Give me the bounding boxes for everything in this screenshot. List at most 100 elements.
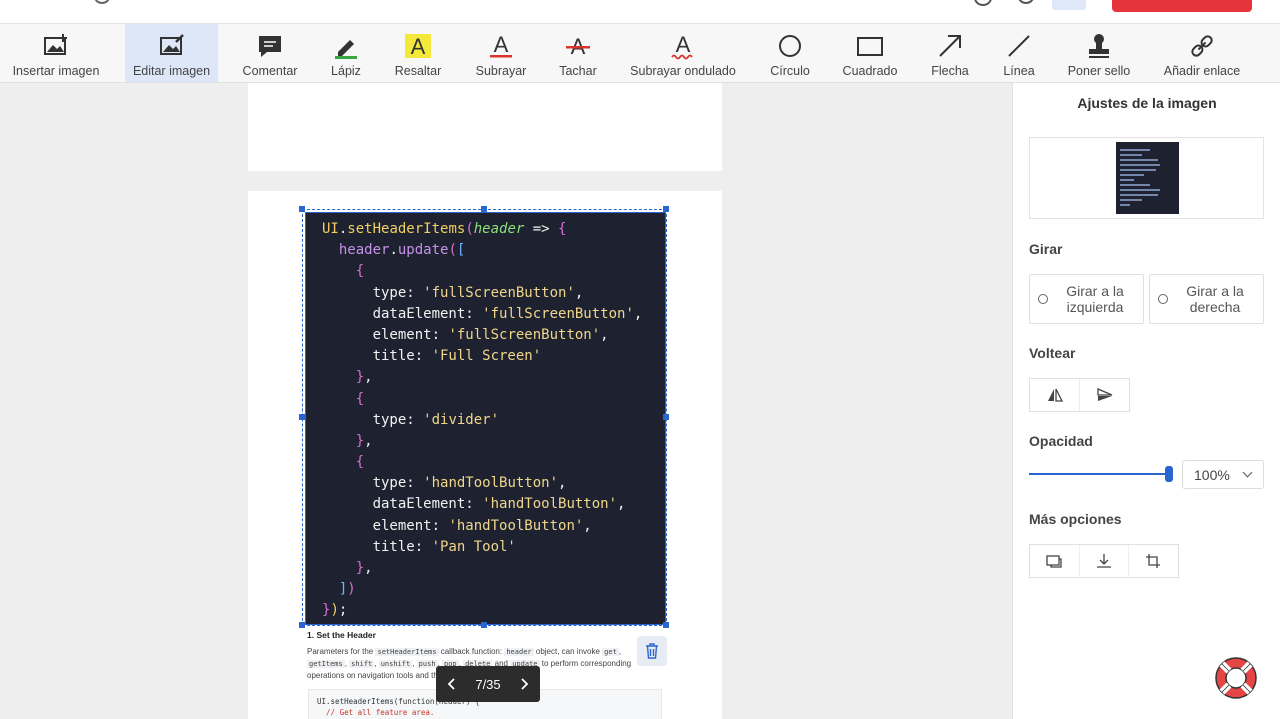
opacity-slider-handle[interactable] bbox=[1165, 466, 1173, 482]
help-icon[interactable] bbox=[1018, 0, 1034, 4]
primary-action-button[interactable] bbox=[1112, 0, 1252, 12]
tool-poner-sello[interactable]: Poner sello bbox=[1062, 24, 1136, 82]
chevron-right-icon[interactable] bbox=[518, 677, 530, 691]
annotation-toolbar: Insertar imagen Editar imagen Comentar L… bbox=[0, 24, 1280, 83]
tool-label: Lápiz bbox=[331, 64, 361, 78]
rotate-heading: Girar bbox=[1029, 241, 1063, 257]
tool-tachar[interactable]: A Tachar bbox=[552, 24, 604, 82]
resize-handle[interactable] bbox=[663, 622, 669, 628]
code-line: header.update([ bbox=[338, 242, 466, 259]
text: callback function: bbox=[440, 647, 503, 656]
circle-icon bbox=[779, 35, 801, 57]
pencil-icon bbox=[335, 40, 357, 59]
tool-circulo[interactable]: Círculo bbox=[762, 24, 818, 82]
tool-cuadrado[interactable]: Cuadrado bbox=[838, 24, 902, 82]
tool-label: Línea bbox=[1003, 64, 1035, 78]
opacity-heading: Opacidad bbox=[1029, 433, 1093, 449]
resize-handle[interactable] bbox=[481, 206, 487, 212]
lifebuoy-icon bbox=[1215, 657, 1257, 699]
more-options-heading: Más opciones bbox=[1029, 511, 1122, 527]
code-line: element: 'handToolButton', bbox=[322, 517, 592, 534]
image-thumbnail bbox=[1029, 137, 1264, 219]
code-line: dataElement: 'fullScreenButton', bbox=[322, 305, 643, 322]
rotate-left-button[interactable]: Girar a la izquierda bbox=[1029, 274, 1144, 324]
inline-code: get bbox=[602, 648, 619, 656]
resize-handle[interactable] bbox=[299, 622, 305, 628]
tool-subrayar-ondulado[interactable]: A Subrayar ondulado bbox=[626, 24, 740, 82]
history-icon[interactable] bbox=[94, 0, 110, 4]
crop-button[interactable] bbox=[1128, 545, 1178, 577]
highlight-icon: A bbox=[405, 34, 431, 59]
trash-icon bbox=[646, 643, 658, 659]
panel-title: Ajustes de la imagen bbox=[1077, 95, 1217, 111]
replace-image-icon bbox=[1046, 555, 1062, 568]
code-line: }); bbox=[322, 602, 348, 619]
tool-flecha[interactable]: Flecha bbox=[924, 24, 976, 82]
tool-linea[interactable]: Línea bbox=[998, 24, 1040, 82]
code-line: { bbox=[322, 454, 365, 471]
tool-comentar[interactable]: Comentar bbox=[236, 24, 304, 82]
underline-icon: A bbox=[490, 32, 512, 58]
inline-code: header bbox=[504, 648, 534, 656]
crop-icon bbox=[1145, 554, 1160, 568]
tool-label: Flecha bbox=[931, 64, 969, 78]
tool-anadir-enlace[interactable]: Añadir enlace bbox=[1160, 24, 1244, 82]
tool-insertar-imagen[interactable]: Insertar imagen bbox=[5, 24, 107, 82]
section-heading: 1. Set the Header bbox=[307, 630, 376, 640]
opacity-slider-track[interactable] bbox=[1029, 473, 1170, 475]
flip-heading: Voltear bbox=[1029, 345, 1076, 361]
insert-image-icon bbox=[44, 34, 67, 55]
replace-image-button[interactable] bbox=[1030, 545, 1079, 577]
flip-horizontal-button[interactable] bbox=[1030, 379, 1079, 411]
text: Parameters for the bbox=[307, 647, 374, 656]
search-icon[interactable] bbox=[974, 0, 992, 6]
code-line: }, bbox=[322, 369, 373, 386]
tool-lapiz[interactable]: Lápiz bbox=[322, 24, 370, 82]
button-label: Girar a la derecha bbox=[1186, 283, 1244, 315]
code-line: }, bbox=[322, 560, 373, 576]
document-viewport[interactable]: UI.setHeaderItems(header => { header.upd… bbox=[0, 83, 1012, 719]
selected-code-image[interactable]: UI.setHeaderItems(header => { header.upd… bbox=[305, 212, 666, 625]
opacity-value: 100% bbox=[1194, 466, 1230, 483]
tool-label: Editar imagen bbox=[132, 64, 211, 78]
tool-label: Subrayar ondulado bbox=[630, 64, 736, 78]
tool-label: Cuadrado bbox=[842, 64, 898, 78]
stamp-icon bbox=[1089, 34, 1109, 58]
resize-handle[interactable] bbox=[663, 414, 669, 420]
resize-handle[interactable] bbox=[481, 622, 487, 628]
tool-resaltar[interactable]: A Resaltar bbox=[390, 24, 446, 82]
resize-handle[interactable] bbox=[299, 206, 305, 212]
page-navigator: 7/35 bbox=[436, 666, 540, 702]
rotate-right-icon bbox=[1158, 294, 1168, 304]
line-icon bbox=[1008, 35, 1030, 57]
code-line: type: 'handToolButton', bbox=[322, 475, 567, 492]
code-line: element: 'fullScreenButton', bbox=[322, 326, 609, 343]
resize-handle[interactable] bbox=[663, 206, 669, 212]
download-button[interactable] bbox=[1078, 545, 1129, 577]
code-line: dataElement: 'handToolButton', bbox=[322, 496, 626, 513]
app-logo bbox=[34, 0, 70, 4]
code-line: type: 'divider' bbox=[322, 411, 500, 428]
tool-label: Insertar imagen bbox=[12, 64, 100, 78]
resize-handle[interactable] bbox=[299, 414, 305, 420]
page-indicator[interactable]: 7/35 bbox=[475, 677, 500, 692]
tool-label: Añadir enlace bbox=[1163, 64, 1241, 78]
tool-subrayar[interactable]: A Subrayar bbox=[470, 24, 532, 82]
tool-editar-imagen[interactable]: Editar imagen bbox=[125, 24, 218, 82]
squiggly-icon: A bbox=[671, 32, 693, 60]
tool-label: Comentar bbox=[242, 64, 298, 78]
panel-toggle-icon[interactable] bbox=[1052, 0, 1086, 10]
opacity-select[interactable]: 100% bbox=[1182, 460, 1264, 489]
help-lifebuoy-button[interactable] bbox=[1213, 655, 1259, 701]
delete-button[interactable] bbox=[637, 636, 667, 666]
comment-icon bbox=[259, 36, 281, 57]
strikethrough-icon: A bbox=[566, 34, 590, 59]
thumbnail-preview bbox=[1116, 142, 1179, 214]
chevron-left-icon[interactable] bbox=[446, 677, 458, 691]
rotate-right-button[interactable]: Girar a la derecha bbox=[1149, 274, 1264, 324]
svg-text:A: A bbox=[494, 32, 509, 57]
rotate-left-icon bbox=[1038, 294, 1048, 304]
image-settings-panel: Ajustes de la imagen Girar Girar a la iz… bbox=[1012, 83, 1280, 719]
code-line: type: 'fullScreenButton', bbox=[322, 284, 584, 301]
flip-vertical-button[interactable] bbox=[1079, 379, 1129, 411]
